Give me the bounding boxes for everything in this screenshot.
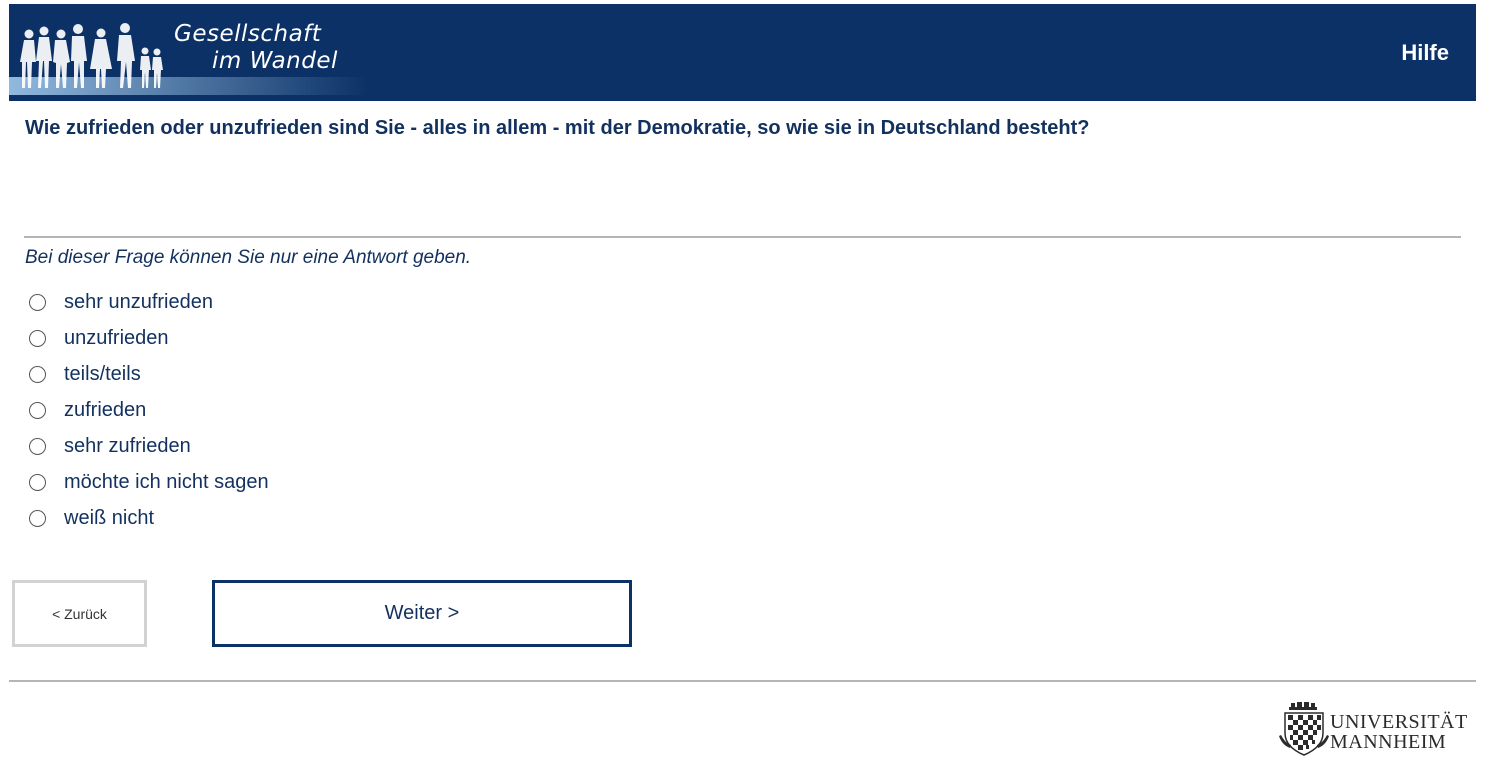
option-weiss-nicht[interactable]: weiß nicht — [29, 500, 269, 536]
option-moechte-ich-nicht-sagen[interactable]: möchte ich nicht sagen — [29, 464, 269, 500]
option-zufrieden[interactable]: zufrieden — [29, 392, 269, 428]
radio-button[interactable] — [29, 293, 46, 311]
gesellschaft-im-wandel-logo: Gesellschaft im Wandel — [9, 4, 389, 101]
option-teils-teils[interactable]: teils/teils — [29, 356, 269, 392]
radio-button[interactable] — [29, 437, 46, 455]
radio-button[interactable] — [29, 329, 46, 347]
question-text: Wie zufrieden oder unzufrieden sind Sie … — [25, 117, 1090, 139]
help-link[interactable]: Hilfe — [1401, 40, 1449, 66]
university-name: UNIVERSITÄT MANNHEIM — [1330, 712, 1468, 752]
university-mannheim-logo: UNIVERSITÄT MANNHEIM — [1279, 701, 1479, 757]
answer-options: sehr unzufrieden unzufrieden teils/teils… — [29, 284, 269, 536]
option-label: sehr zufrieden — [64, 434, 191, 457]
option-label: zufrieden — [64, 398, 147, 421]
logo-wordmark: Gesellschaft im Wandel — [174, 21, 374, 75]
divider-bottom — [9, 680, 1476, 682]
option-sehr-unzufrieden[interactable]: sehr unzufrieden — [29, 284, 269, 320]
university-line-2: MANNHEIM — [1330, 731, 1447, 753]
option-sehr-zufrieden[interactable]: sehr zufrieden — [29, 428, 269, 464]
option-label: weiß nicht — [64, 506, 155, 529]
people-silhouettes-icon — [20, 23, 163, 88]
option-label: möchte ich nicht sagen — [64, 470, 269, 493]
logo-line-1: Gesellschaft — [174, 21, 322, 47]
instruction-text: Bei dieser Frage können Sie nur eine Ant… — [25, 247, 472, 268]
divider-top — [24, 236, 1461, 238]
logo-line-2: im Wandel — [212, 48, 338, 74]
radio-button[interactable] — [29, 401, 46, 419]
option-label: teils/teils — [64, 362, 141, 385]
university-line-1: UNIVERSITÄT — [1330, 711, 1468, 733]
radio-button[interactable] — [29, 509, 46, 527]
radio-button[interactable] — [29, 473, 46, 491]
option-label: sehr unzufrieden — [64, 290, 213, 313]
next-button[interactable]: Weiter > — [212, 580, 632, 647]
radio-button[interactable] — [29, 365, 46, 383]
option-label: unzufrieden — [64, 326, 169, 349]
option-unzufrieden[interactable]: unzufrieden — [29, 320, 269, 356]
header-bar: Gesellschaft im Wandel Hilfe — [9, 4, 1476, 101]
university-crest-icon — [1279, 702, 1329, 756]
back-button[interactable]: < Zurück — [12, 580, 147, 647]
